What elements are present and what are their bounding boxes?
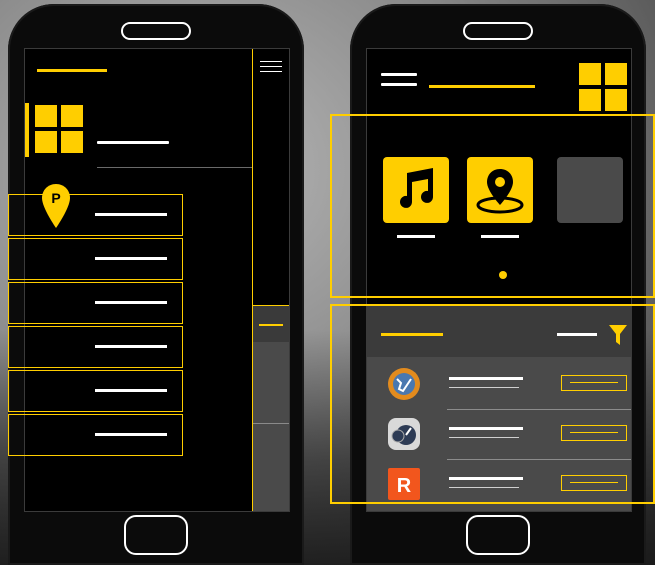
home-button[interactable]	[124, 515, 188, 555]
hamburger-icon[interactable]	[381, 73, 417, 93]
grid-icon[interactable]	[579, 63, 627, 111]
list-item[interactable]	[8, 282, 183, 324]
selected-indicator	[25, 103, 29, 157]
home-button[interactable]	[466, 515, 530, 555]
list-item[interactable]	[8, 414, 183, 456]
highlight-frame-list	[330, 304, 655, 504]
list-item[interactable]	[8, 326, 183, 368]
menu-label-placeholder	[97, 141, 169, 144]
parking-pin-icon: P	[42, 184, 70, 228]
title-placeholder	[429, 85, 535, 88]
list-item[interactable]	[8, 238, 183, 280]
speaker-slot	[463, 22, 533, 40]
title-placeholder	[37, 69, 107, 72]
list-item[interactable]	[8, 370, 183, 412]
panel-selected-band[interactable]	[253, 305, 289, 342]
right-side-panel	[252, 49, 289, 511]
highlight-frame-apps	[330, 114, 655, 298]
phone-left: P	[8, 4, 304, 565]
hamburger-icon[interactable]	[260, 61, 282, 76]
list-item[interactable]	[8, 194, 183, 236]
divider	[97, 167, 253, 168]
parking-letter: P	[51, 190, 60, 206]
speaker-slot	[121, 22, 191, 40]
grid-icon[interactable]	[35, 105, 83, 153]
